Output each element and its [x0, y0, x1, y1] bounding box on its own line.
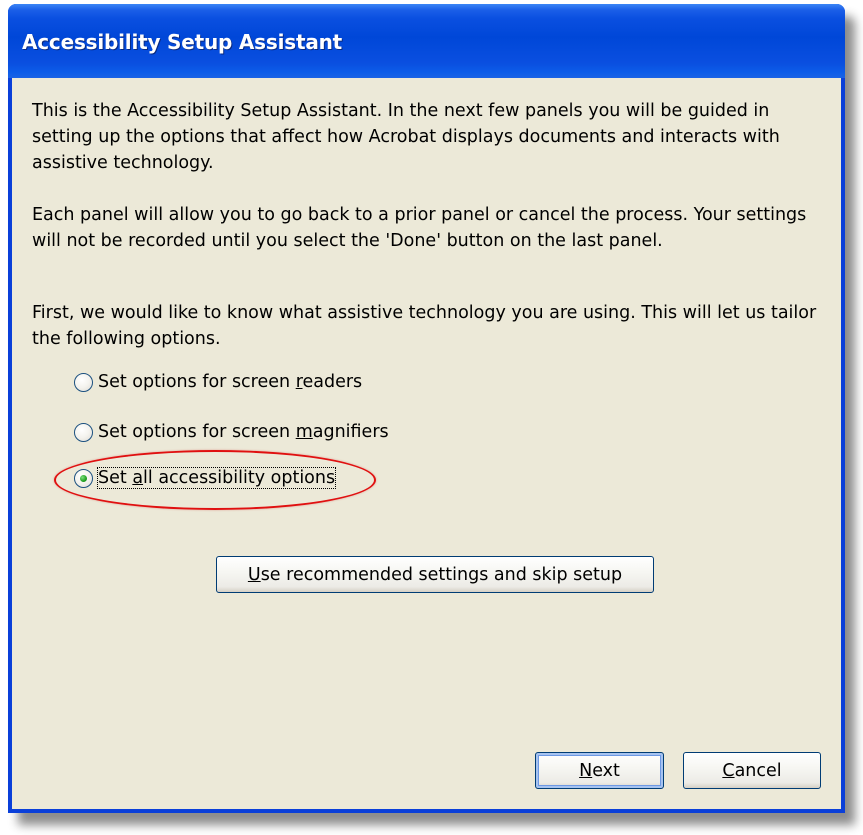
- intro-paragraph-1: This is the Accessibility Setup Assistan…: [32, 101, 780, 173]
- next-button[interactable]: Next: [535, 752, 664, 789]
- dialog-window: Accessibility Setup Assistant This is th…: [8, 4, 845, 813]
- radio-all-accessibility-options-label: Set all accessibility options: [96, 467, 337, 489]
- radio-all-accessibility-options[interactable]: Set all accessibility options: [74, 466, 337, 490]
- title-bar[interactable]: Accessibility Setup Assistant: [8, 4, 845, 78]
- intro-paragraph-2: Each panel will allow you to go back to …: [32, 205, 807, 251]
- radio-screen-readers-label: Set options for screen readers: [98, 372, 363, 392]
- cancel-button[interactable]: Cancel: [683, 752, 821, 789]
- radio-button-icon[interactable]: [74, 422, 93, 442]
- radio-button-icon[interactable]: [74, 372, 93, 392]
- radio-screen-readers[interactable]: Set options for screen readers: [74, 370, 362, 394]
- radio-screen-magnifiers[interactable]: Set options for screen magnifiers: [74, 420, 389, 444]
- dialog-body: This is the Accessibility Setup Assistan…: [12, 78, 841, 809]
- window-title: Accessibility Setup Assistant: [22, 30, 343, 54]
- radio-button-checked-icon[interactable]: [74, 468, 93, 488]
- radio-screen-magnifiers-label: Set options for screen magnifiers: [98, 422, 389, 442]
- intro-paragraph-3: First, we would like to know what assist…: [32, 303, 817, 349]
- use-recommended-settings-button[interactable]: Use recommended settings and skip setup: [216, 556, 654, 593]
